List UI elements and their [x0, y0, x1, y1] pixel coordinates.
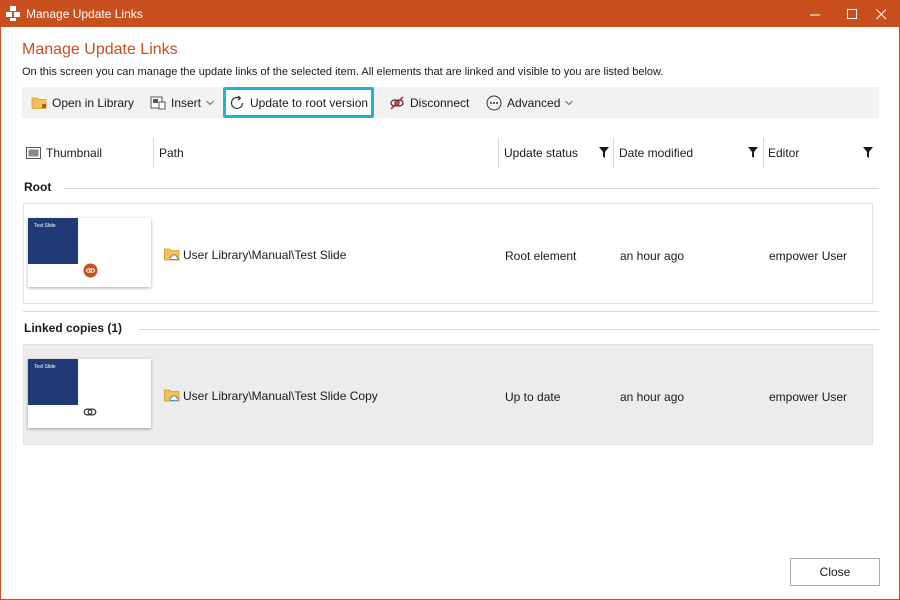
- filter-icon[interactable]: [748, 147, 758, 158]
- slide-thumbnail: Test Slide: [28, 359, 151, 428]
- update-to-root-version-button[interactable]: Update to root version: [223, 87, 375, 118]
- list-item[interactable]: Test Slide User Library\Manual\Test Slid…: [23, 203, 873, 304]
- thumbnail-slide-title: Test Slide: [34, 364, 56, 370]
- column-divider[interactable]: [153, 138, 154, 168]
- insert-slide-icon: [150, 96, 166, 109]
- cloud-folder-icon: [164, 389, 180, 402]
- refresh-icon: [230, 95, 244, 109]
- column-header-update-status[interactable]: Update status: [504, 138, 578, 168]
- filter-icon[interactable]: [599, 147, 609, 158]
- column-divider[interactable]: [498, 138, 499, 168]
- date-modified-column-label: Date modified: [619, 146, 694, 160]
- group-divider: [64, 188, 879, 189]
- close-window-button[interactable]: [863, 1, 899, 27]
- chevron-down-icon: [206, 100, 214, 105]
- maximize-icon: [846, 8, 857, 19]
- app-logo-icon: [6, 6, 20, 21]
- insert-button[interactable]: Insert: [150, 90, 214, 115]
- minimize-button[interactable]: [797, 1, 833, 27]
- slide-thumbnail: Test Slide: [28, 218, 151, 287]
- list-item[interactable]: Test Slide User Library\Manual\Test Slid…: [23, 344, 873, 445]
- date-modified-cell: an hour ago: [620, 249, 685, 263]
- cloud-folder-icon: [164, 248, 180, 261]
- update-status-column-label: Update status: [504, 146, 579, 160]
- image-icon: [26, 147, 41, 159]
- advanced-label: Advanced: [507, 95, 561, 110]
- chevron-down-icon: [565, 100, 574, 105]
- update-status-cell: Root element: [505, 249, 577, 263]
- item-path: User Library\Manual\Test Slide: [164, 247, 346, 262]
- item-path: User Library\Manual\Test Slide Copy: [164, 388, 378, 403]
- group-divider: [139, 329, 879, 330]
- filter-icon[interactable]: [863, 147, 873, 158]
- column-divider[interactable]: [763, 138, 764, 168]
- root-link-badge-icon: [83, 263, 98, 278]
- insert-label: Insert: [171, 95, 202, 110]
- folder-icon: [31, 97, 47, 109]
- item-path-text: User Library\Manual\Test Slide: [183, 247, 347, 262]
- disconnect-link-icon: [390, 95, 404, 110]
- editor-cell: empower User: [769, 249, 848, 263]
- thumbnail-slide-title: Test Slide: [34, 223, 56, 229]
- column-divider[interactable]: [613, 138, 614, 168]
- close-button[interactable]: Close: [790, 558, 880, 586]
- advanced-button[interactable]: Advanced: [486, 90, 574, 115]
- editor-column-label: Editor: [768, 146, 800, 160]
- toolbar: Open in Library Insert Update to root ve…: [22, 87, 879, 118]
- open-in-library-label: Open in Library: [52, 95, 135, 110]
- date-modified-cell: an hour ago: [620, 390, 685, 404]
- group-label-root: Root: [24, 180, 52, 194]
- editor-cell: empower User: [769, 390, 848, 404]
- more-options-icon: [486, 95, 502, 110]
- thumbnail-column-label: Thumbnail: [46, 146, 103, 160]
- item-path-text: User Library\Manual\Test Slide Copy: [183, 388, 378, 403]
- dialog-description: On this screen you can manage the update…: [22, 66, 664, 78]
- column-header-path[interactable]: Path: [159, 138, 184, 168]
- group-divider: [23, 311, 879, 312]
- disconnect-label: Disconnect: [410, 95, 470, 110]
- column-header-thumbnail[interactable]: Thumbnail: [26, 138, 102, 168]
- minimize-icon: [809, 14, 820, 15]
- manage-update-links-window: Manage Update Links Manage Update Links …: [0, 0, 900, 600]
- column-header-editor[interactable]: Editor: [768, 138, 799, 168]
- update-to-root-version-label: Update to root version: [250, 95, 369, 110]
- link-icon: [83, 408, 97, 416]
- window-title: Manage Update Links: [26, 7, 143, 21]
- title-bar: Manage Update Links: [1, 1, 899, 27]
- group-label-linked-copies: Linked copies (1): [24, 321, 123, 335]
- dialog-title: Manage Update Links: [22, 41, 178, 58]
- path-column-label: Path: [159, 146, 184, 160]
- column-header-date-modified[interactable]: Date modified: [619, 138, 693, 168]
- close-icon: [875, 8, 886, 19]
- update-status-cell: Up to date: [505, 390, 561, 404]
- open-in-library-button[interactable]: Open in Library: [31, 90, 134, 115]
- disconnect-button[interactable]: Disconnect: [389, 90, 469, 115]
